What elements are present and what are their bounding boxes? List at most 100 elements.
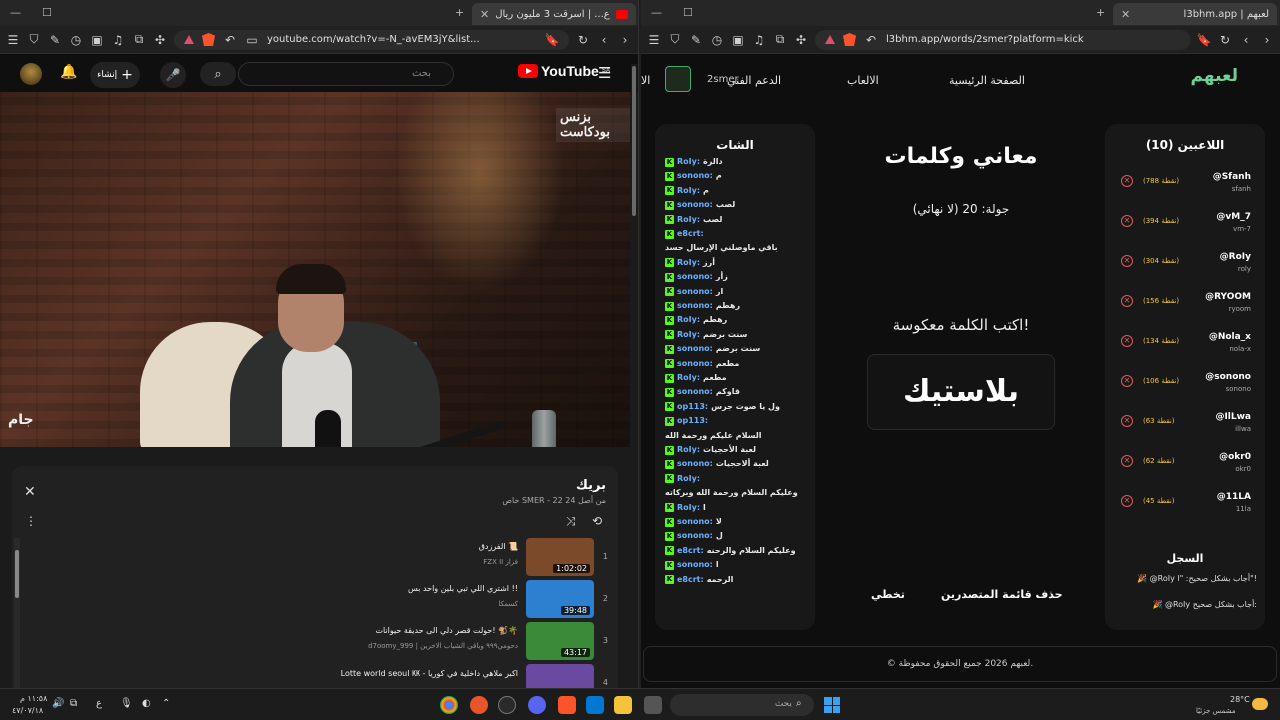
reload-icon[interactable]: ↻ bbox=[1218, 33, 1232, 47]
music-icon[interactable]: ♫ bbox=[752, 33, 766, 47]
video-thumbnail[interactable] bbox=[526, 664, 594, 688]
new-tab-icon[interactable]: + bbox=[455, 6, 464, 19]
site-logo[interactable]: لعبهم bbox=[1191, 66, 1238, 86]
video-title[interactable]: حولت قصر دلي الى حديقة حيوانات! 🐒🌴 bbox=[375, 626, 518, 635]
kick-player-icon[interactable]: ✕ bbox=[1121, 495, 1133, 507]
menu-icon[interactable]: ☰ bbox=[6, 33, 20, 47]
sidebar-icon[interactable]: ▣ bbox=[90, 33, 104, 47]
brave-rewards-icon[interactable] bbox=[184, 35, 194, 44]
notifications-bell-icon[interactable]: 🔔 bbox=[60, 64, 77, 80]
search-icon[interactable]: ⌕ bbox=[200, 62, 236, 86]
kick-player-icon[interactable]: ✕ bbox=[1121, 215, 1133, 227]
minimize-icon[interactable]: — bbox=[10, 6, 21, 19]
playlist-item[interactable]: 2 39:48 اشتري اللي تبي بلين واحد بس !! كسمك… bbox=[32, 580, 608, 620]
guide-menu-icon[interactable]: ☰ bbox=[598, 64, 611, 82]
more-options-icon[interactable]: ⋮ bbox=[25, 514, 37, 528]
kick-player-icon[interactable]: ✕ bbox=[1121, 375, 1133, 387]
clear-leaderboard-button[interactable]: حذف قائمة المتصدرين bbox=[941, 588, 1063, 601]
page-scrollbar-thumb[interactable] bbox=[632, 66, 636, 216]
search-icon[interactable]: ⌕ bbox=[796, 698, 802, 709]
extension-icon[interactable]: ✎ bbox=[48, 33, 62, 47]
address-bar[interactable]: ↶ l3bhm.app/words/2smer?platform=kick bbox=[815, 29, 1190, 50]
store-icon[interactable] bbox=[586, 696, 604, 714]
kick-player-icon[interactable]: ✕ bbox=[1121, 175, 1133, 187]
menu-icon[interactable]: ☰ bbox=[647, 33, 661, 47]
forward-icon[interactable]: › bbox=[1260, 33, 1274, 47]
close-tab-icon[interactable]: ✕ bbox=[1121, 8, 1130, 21]
url-text[interactable]: l3bhm.app/words/2smer?platform=kick bbox=[886, 34, 1084, 45]
channel-name[interactable]: d7oomy_999 | دحومي٩٩٩ وباقي الشباب الاخر… bbox=[368, 642, 518, 650]
back-icon[interactable]: ‹ bbox=[597, 33, 611, 47]
brave-icon[interactable] bbox=[558, 696, 576, 714]
playlist-scrollbar-thumb[interactable] bbox=[15, 550, 19, 598]
weather-desc[interactable]: مشمس جزئيًا bbox=[1196, 707, 1236, 715]
windows-start-icon[interactable] bbox=[824, 697, 840, 713]
task-view-icon[interactable] bbox=[644, 696, 662, 714]
screenshot-icon[interactable]: ⧉ bbox=[132, 32, 146, 47]
shield-icon[interactable]: ⛉ bbox=[668, 32, 682, 47]
file-explorer-icon[interactable] bbox=[614, 696, 632, 714]
close-tab-icon[interactable]: ✕ bbox=[480, 8, 489, 21]
back-arrow-icon[interactable]: ↶ bbox=[864, 33, 878, 47]
history-icon[interactable]: ◷ bbox=[710, 33, 724, 47]
kick-player-icon[interactable]: ✕ bbox=[1121, 295, 1133, 307]
shuffle-icon[interactable]: ⤨ bbox=[566, 514, 576, 529]
clock-time[interactable]: ١١:٥٨ م bbox=[20, 694, 47, 703]
clock-date[interactable]: ٤٧/٠٧/١٨ bbox=[12, 706, 43, 715]
forward-icon[interactable]: › bbox=[618, 33, 632, 47]
playlist-item[interactable]: 4 Lotte world seoul ㏍ - اكبر ملاهي داخلية… bbox=[32, 664, 608, 688]
nav-games[interactable]: الالعاب bbox=[847, 74, 879, 87]
app-icon[interactable] bbox=[470, 696, 488, 714]
kick-player-icon[interactable]: ✕ bbox=[1121, 455, 1133, 467]
kick-player-icon[interactable]: ✕ bbox=[1121, 255, 1133, 267]
chevron-up-icon[interactable]: ⌃ bbox=[162, 698, 170, 709]
brave-shields-icon[interactable] bbox=[843, 33, 856, 46]
video-title[interactable]: Lotte world seoul ㏍ - اكبر ملاهي داخلية … bbox=[341, 668, 518, 679]
playlist-title[interactable]: بريك bbox=[576, 478, 606, 493]
brave-shields-icon[interactable] bbox=[202, 33, 215, 46]
nav-extra[interactable]: الا bbox=[641, 74, 650, 87]
chrome-icon[interactable] bbox=[440, 696, 458, 714]
video-title[interactable]: اشتري اللي تبي بلين واحد بس !! bbox=[408, 584, 518, 593]
sidebar-icon[interactable]: ▣ bbox=[731, 33, 745, 47]
discord-icon[interactable] bbox=[528, 696, 546, 714]
bookmark-icon[interactable]: 🔖 bbox=[545, 33, 560, 47]
reload-icon[interactable]: ↻ bbox=[576, 33, 590, 47]
youtube-logo[interactable]: YouTube SA bbox=[518, 63, 610, 79]
weather-icon[interactable] bbox=[1252, 698, 1268, 710]
screenshot-icon[interactable]: ⧉ bbox=[773, 32, 787, 47]
language-indicator[interactable]: ع bbox=[96, 698, 102, 709]
back-arrow-icon[interactable]: ↶ bbox=[223, 33, 237, 47]
loop-icon[interactable]: ⟲ bbox=[592, 514, 602, 528]
back-icon[interactable]: ‹ bbox=[1239, 33, 1253, 47]
address-bar[interactable]: ↶ ▭ youtube.com/watch?v=-N_-avEM3jY&list… bbox=[174, 29, 569, 50]
app-icon[interactable] bbox=[498, 696, 516, 714]
volume-icon[interactable]: 🔊 bbox=[52, 698, 64, 709]
tab-youtube[interactable]: ✕ مفرح ع... | اسرقت 3 مليون ريال bbox=[472, 3, 636, 25]
create-button[interactable]: إنشاء + bbox=[90, 62, 140, 88]
tab-l3bhm[interactable]: ✕ l3bhm.app | لعبهم bbox=[1113, 3, 1277, 25]
playlist-item[interactable]: 3 43:17 حولت قصر دلي الى حديقة حيوانات! 🐒🌴… bbox=[32, 622, 608, 662]
puzzle-icon[interactable]: ✣ bbox=[153, 33, 167, 47]
extension-icon[interactable]: ✎ bbox=[689, 33, 703, 47]
minimize-icon[interactable]: — bbox=[651, 6, 662, 19]
weather-temp[interactable]: 28°C bbox=[1230, 695, 1250, 704]
new-tab-icon[interactable]: + bbox=[1096, 6, 1105, 19]
taskbar-search-input[interactable]: بحث bbox=[670, 694, 814, 716]
video-title[interactable]: الفرزدق 📜 bbox=[479, 542, 518, 551]
history-icon[interactable]: ◷ bbox=[69, 33, 83, 47]
kick-player-icon[interactable]: ✕ bbox=[1121, 415, 1133, 427]
mic-icon[interactable]: 🎙 bbox=[120, 698, 133, 709]
app-tray-icon[interactable]: ◐ bbox=[142, 698, 151, 709]
search-input[interactable]: بحث bbox=[238, 62, 454, 86]
account-avatar[interactable] bbox=[20, 63, 42, 85]
channel-name[interactable]: FZX II فزاز bbox=[483, 558, 518, 566]
nav-home[interactable]: الصفحة الرئيسية bbox=[949, 74, 1025, 87]
bookmark-icon[interactable]: 🔖 bbox=[1197, 33, 1212, 47]
url-text[interactable]: youtube.com/watch?v=-N_-avEM3jY&list... bbox=[267, 34, 480, 45]
channel-name[interactable]: كسمكا bbox=[498, 600, 518, 608]
skip-button[interactable]: تخطي bbox=[871, 588, 905, 601]
user-avatar[interactable] bbox=[665, 66, 691, 92]
puzzle-icon[interactable]: ✣ bbox=[794, 33, 808, 47]
brave-rewards-icon[interactable] bbox=[825, 35, 835, 44]
